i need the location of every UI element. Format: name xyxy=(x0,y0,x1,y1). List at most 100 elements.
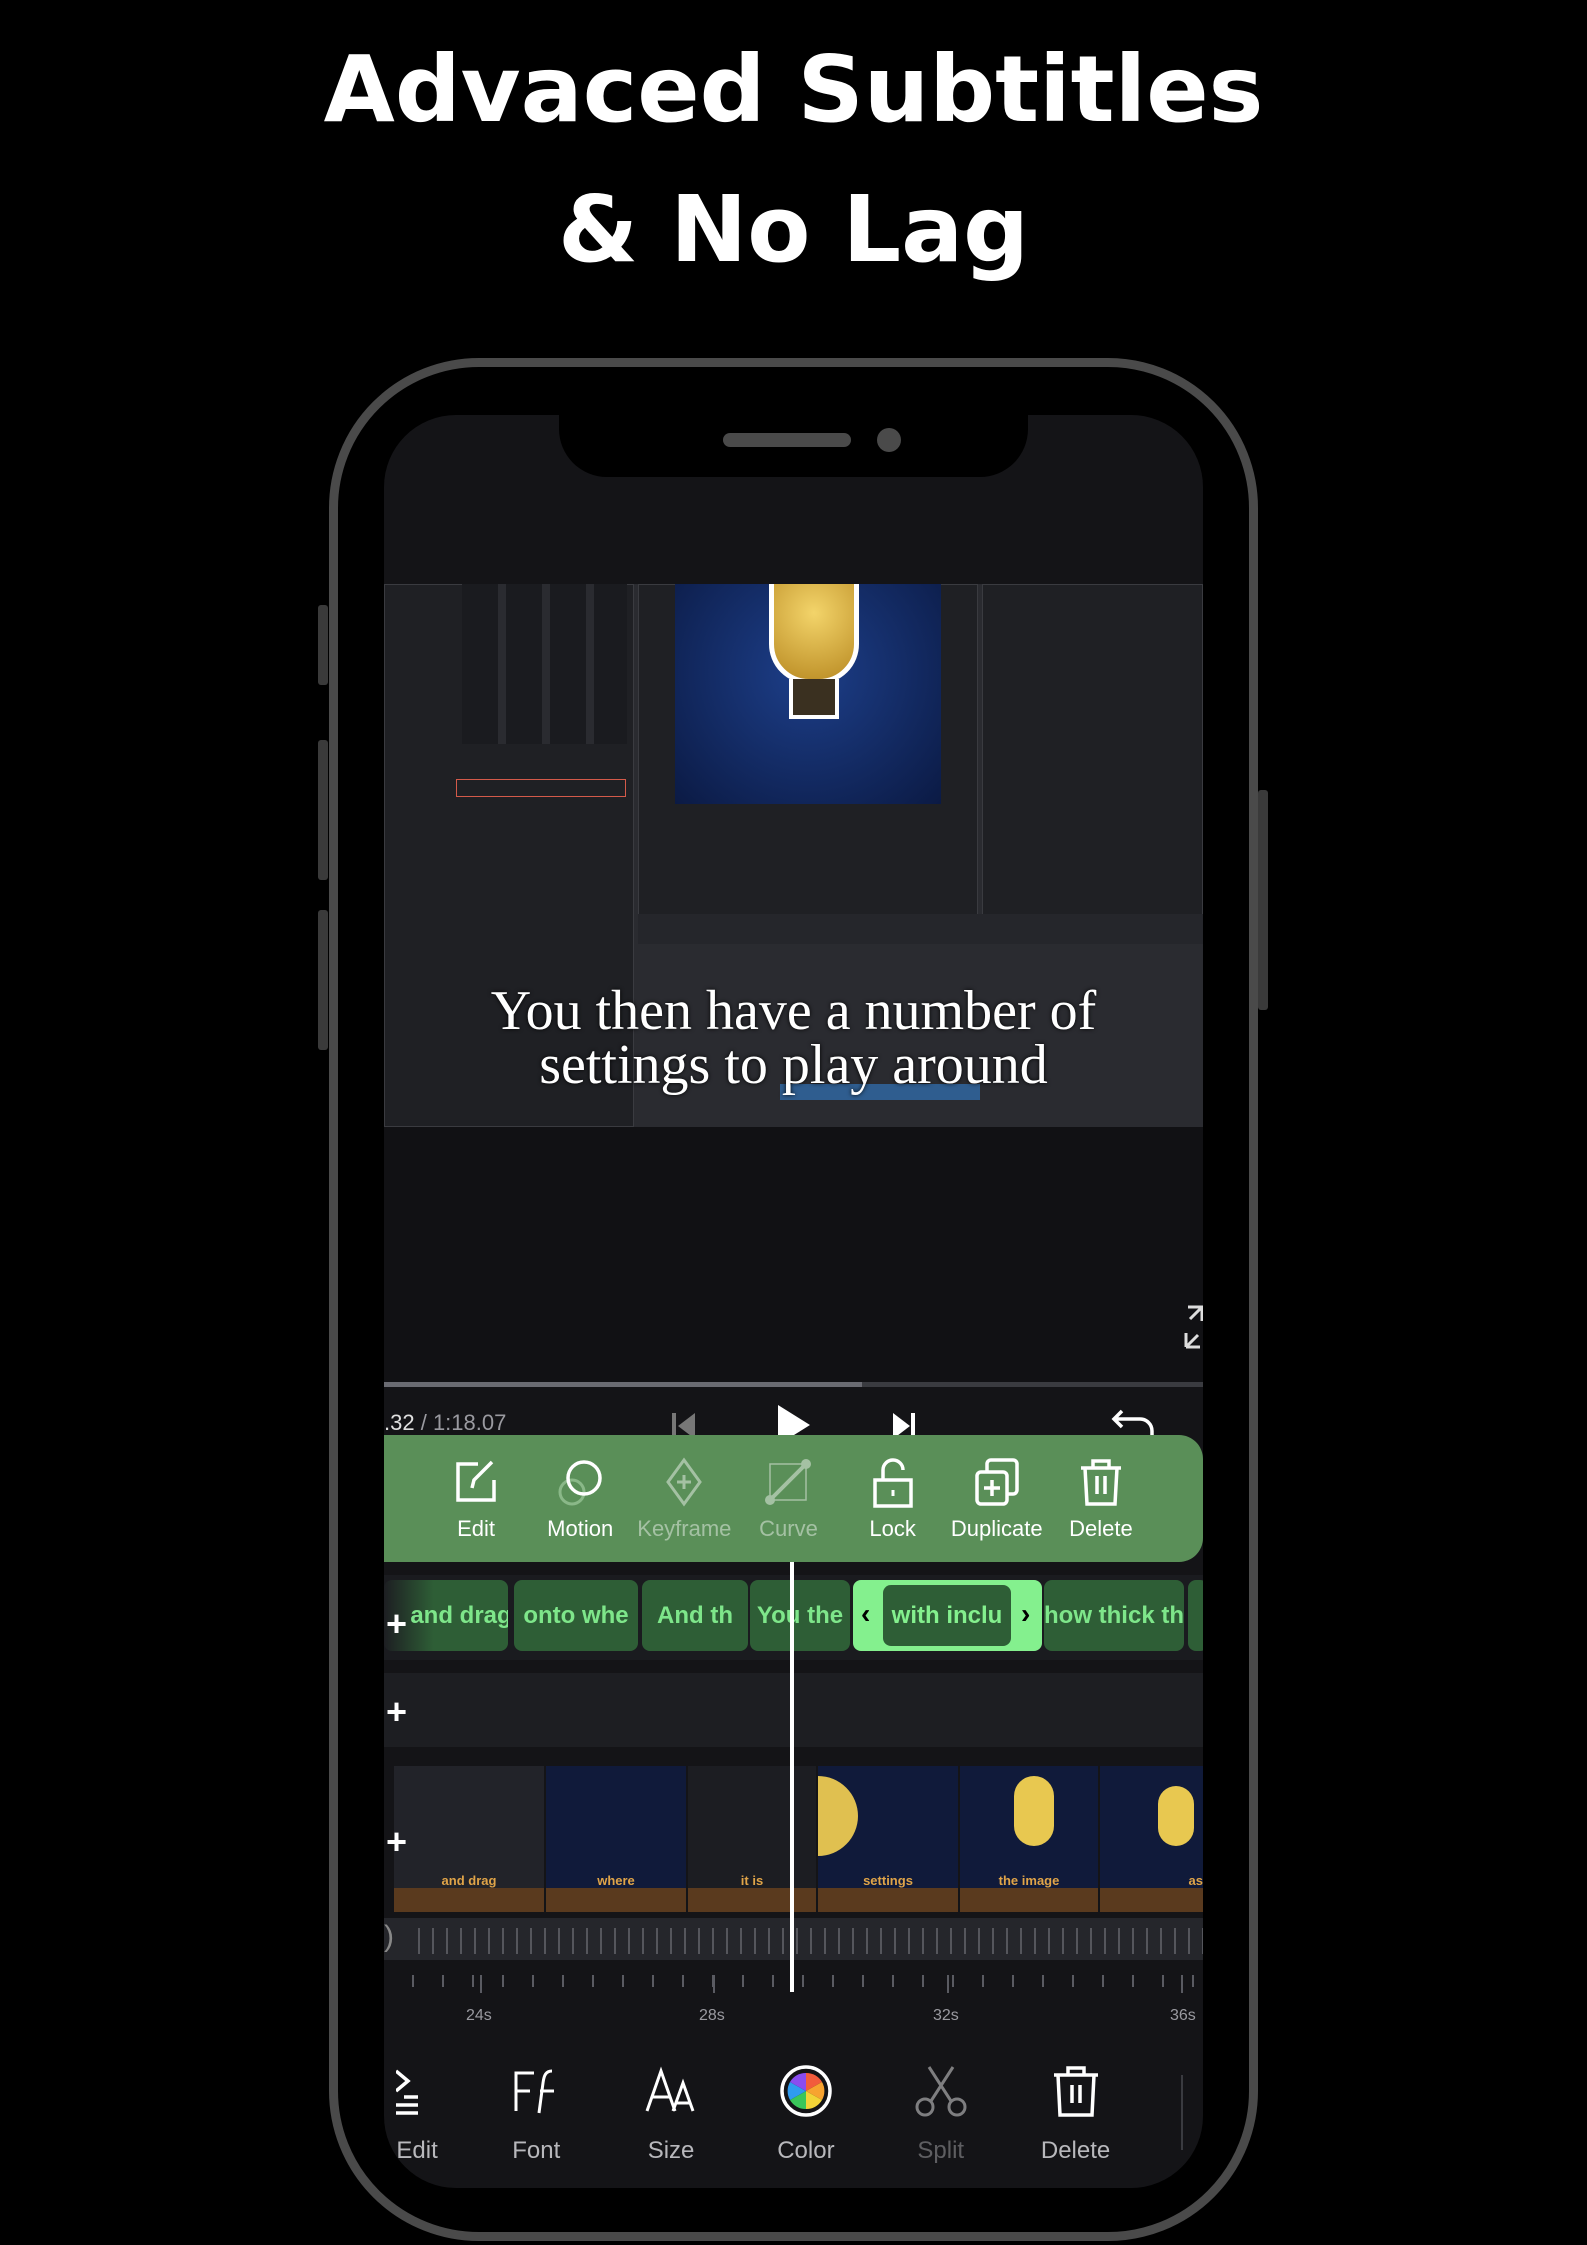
playback-progress-filled[interactable] xyxy=(384,1382,862,1387)
clip-motion-label: Motion xyxy=(547,1515,614,1541)
clip-duplicate-label: Duplicate xyxy=(950,1515,1043,1541)
clip-edit-button[interactable]: Edit xyxy=(426,1435,526,1562)
clip-toolbar: Edit Motion Keyframe Curve Lock Duplicat… xyxy=(384,1435,1203,1562)
lightbulb-base xyxy=(789,679,839,719)
lightbulb-image xyxy=(769,584,859,684)
ruler-tick xyxy=(1181,1975,1183,1993)
headline-line-2: & No Lag xyxy=(557,176,1030,283)
speaker xyxy=(723,433,851,447)
split-label: Split xyxy=(917,2137,965,2164)
clip-delete-button[interactable]: Delete xyxy=(1051,1435,1151,1562)
clip-keyframe-button[interactable]: Keyframe xyxy=(634,1435,734,1562)
trim-right-handle[interactable]: › xyxy=(1021,1598,1030,1630)
scissors-icon xyxy=(915,2066,967,2117)
selected-subtitle-clip[interactable]: ‹ with inclu › xyxy=(853,1580,1042,1651)
audio-waveform xyxy=(418,1928,1203,1954)
subtitle-clip[interactable]: You the xyxy=(750,1580,850,1651)
timecode: .32 / 1:18.07 xyxy=(384,1410,506,1436)
camera xyxy=(877,428,901,452)
subtitle-clip[interactable]: how thick th xyxy=(1044,1580,1184,1651)
trash-icon xyxy=(1080,1458,1121,1506)
clip-duplicate-button[interactable]: Duplicate xyxy=(947,1435,1047,1562)
ruler-label: 32s xyxy=(933,2007,959,2024)
subtitle-clip[interactable]: onto whe xyxy=(514,1580,638,1651)
clip-curve-button[interactable]: Curve xyxy=(738,1435,838,1562)
clip-curve-label: Curve xyxy=(759,1515,818,1541)
phone-side-button xyxy=(318,740,328,880)
ruler-label: 28s xyxy=(699,2007,725,2024)
clip-lock-label: Lock xyxy=(869,1515,916,1541)
current-time: .32 xyxy=(384,1410,415,1435)
fullscreen-icon[interactable] xyxy=(1184,1305,1203,1349)
trash-icon xyxy=(1053,2066,1098,2117)
video-thumbnail[interactable]: it is xyxy=(688,1766,816,1912)
thumbnail-caption: the image xyxy=(998,1873,1060,1888)
motion-icon xyxy=(558,1459,602,1505)
split-button[interactable]: Split xyxy=(886,2055,996,2185)
video-thumbnail[interactable]: as xyxy=(1100,1766,1203,1912)
add-video-icon[interactable]: + xyxy=(386,1821,407,1863)
ruler-tick xyxy=(947,1975,949,1993)
text-delete-label: Delete xyxy=(1040,2137,1111,2164)
phone-power-button xyxy=(1258,790,1268,1010)
preview-letterbox xyxy=(384,1127,1203,1382)
curve-icon xyxy=(765,1458,812,1505)
subtitle-line-2: settings to play around xyxy=(539,1034,1048,1096)
text-size-icon xyxy=(645,2066,695,2112)
text-edit-label: Edit xyxy=(396,2137,438,2164)
playhead[interactable] xyxy=(790,1562,794,1992)
color-label: Color xyxy=(777,2137,835,2164)
subtitle-clip-text: You the xyxy=(756,1601,844,1629)
video-preview[interactable]: You then have a number of settings to pl… xyxy=(384,584,1203,1127)
text-edit-button[interactable]: Edit xyxy=(396,2055,456,2185)
video-thumbnail[interactable]: where xyxy=(546,1766,686,1912)
clip-lock-button[interactable]: Lock xyxy=(843,1435,943,1562)
phone-side-button xyxy=(318,910,328,1050)
subtitle-clip-text: And th xyxy=(657,1601,733,1629)
headline: Advaced Subtitles & No Lag xyxy=(0,20,1587,300)
trim-left-handle[interactable]: ‹ xyxy=(861,1598,870,1630)
effect-item xyxy=(456,779,626,797)
color-button[interactable]: Color xyxy=(751,2055,861,2185)
video-thumbnail[interactable]: and drag xyxy=(394,1766,544,1912)
subtitle-clip[interactable] xyxy=(1188,1580,1203,1651)
viewer-controls xyxy=(638,914,1203,944)
audio-icon: ) xyxy=(384,1920,394,1953)
phone-screen: You then have a number of settings to pl… xyxy=(384,415,1203,2188)
clip-edit-label: Edit xyxy=(457,1515,496,1541)
inspector-panel xyxy=(982,584,1203,944)
color-wheel-icon xyxy=(780,2065,832,2117)
thumbnail-caption: as xyxy=(1188,1873,1203,1888)
notch xyxy=(559,415,1028,477)
lock-icon xyxy=(872,1457,913,1508)
add-overlay-icon[interactable]: + xyxy=(386,1691,407,1733)
burned-caption xyxy=(614,1102,894,1127)
size-label: Size xyxy=(647,2137,695,2164)
ruler-label: 24s xyxy=(466,2007,492,2024)
text-toolbar: Edit Font Size Color Split Delete xyxy=(384,2055,1203,2185)
ruler-label: 36s xyxy=(1170,2007,1196,2024)
total-time: / 1:18.07 xyxy=(420,1410,507,1435)
clip-motion-button[interactable]: Motion xyxy=(530,1435,630,1562)
subtitle-overlay[interactable]: You then have a number of settings to pl… xyxy=(384,980,1203,1096)
selected-clip-body[interactable]: with inclu xyxy=(883,1585,1011,1646)
playback-progress-track[interactable] xyxy=(862,1382,1203,1387)
ruler-tick xyxy=(480,1975,482,1993)
subtitle-clip-text: with inclu xyxy=(891,1601,1003,1629)
subtitle-clip[interactable]: And th xyxy=(642,1580,748,1651)
subtitle-clip-text: and drag xyxy=(410,1601,508,1629)
font-label: Font xyxy=(512,2137,561,2164)
video-thumbnail[interactable]: settings xyxy=(818,1766,958,1912)
size-button[interactable]: Size xyxy=(616,2055,726,2185)
edit-icon xyxy=(456,1460,496,1502)
keyframe-icon xyxy=(666,1456,703,1507)
duplicate-icon xyxy=(975,1457,1019,1506)
add-subtitle-icon[interactable]: + xyxy=(386,1603,407,1645)
video-thumbnail[interactable]: the image xyxy=(960,1766,1098,1912)
subtitle-line-1: You then have a number of xyxy=(490,980,1097,1042)
font-button[interactable]: Font xyxy=(481,2055,591,2185)
text-delete-button[interactable]: Delete xyxy=(1021,2055,1131,2185)
ruler-tick xyxy=(713,1975,715,1993)
clip-keyframe-label: Keyframe xyxy=(637,1515,732,1541)
thumbnail-caption: and drag xyxy=(441,1873,497,1888)
